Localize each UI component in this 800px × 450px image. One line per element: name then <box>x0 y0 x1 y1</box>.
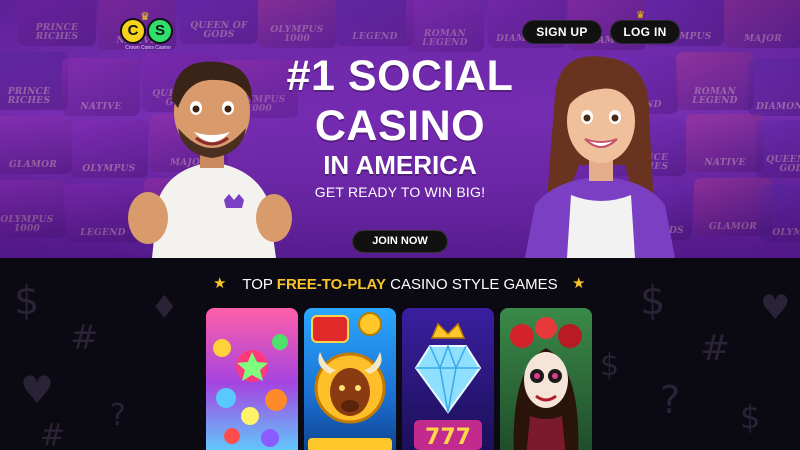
join-now-button[interactable]: JOIN NOW <box>352 230 448 253</box>
pattern-glyph: $ <box>640 278 666 324</box>
game-card-sugar-skull[interactable] <box>500 308 592 450</box>
game-card-candy[interactable] <box>206 308 298 450</box>
logo-coin-c: C <box>120 18 146 44</box>
login-button[interactable]: LOG IN <box>610 20 680 44</box>
hero-headline-line1: #1 SOCIAL <box>286 52 514 100</box>
title-prefix: TOP <box>242 276 273 293</box>
games-section-title: TOP FREE-TO-PLAY CASINO STYLE GAMES <box>200 276 600 293</box>
pattern-glyph: ♥ <box>20 368 55 412</box>
pattern-glyph: $ <box>600 348 620 383</box>
pattern-glyph: ? <box>660 378 681 422</box>
signup-button[interactable]: SIGN UP <box>522 20 602 44</box>
pattern-glyph: ♥ <box>760 288 791 328</box>
pattern-glyph: # <box>70 318 99 358</box>
pattern-glyph: $ <box>14 278 40 324</box>
game-card-diamond[interactable]: 777 <box>402 308 494 450</box>
buffalo-icon <box>304 308 396 450</box>
hero-headline-line2: CASINO <box>314 102 486 150</box>
star-icon: ★ <box>572 275 586 292</box>
hero-subline: GET READY TO WIN BIG! <box>314 184 486 200</box>
pattern-glyph: # <box>700 328 731 369</box>
candy-icon <box>206 308 298 450</box>
site-logo[interactable]: ♛ C S Crown Coins Casino <box>118 10 176 54</box>
game-card-buffalo[interactable] <box>304 308 396 450</box>
title-suffix: CASINO STYLE GAMES <box>390 276 558 293</box>
pattern-glyph: # <box>40 418 66 450</box>
svg-text:777: 777 <box>425 425 471 450</box>
pattern-glyph: $ <box>740 398 761 436</box>
logo-tagline: Crown Coins Casino <box>125 45 171 51</box>
title-highlight: FREE-TO-PLAY <box>276 276 386 293</box>
skull-icon <box>500 308 592 450</box>
hero-headline-line3: IN AMERICA <box>323 150 477 180</box>
pattern-glyph: ? <box>110 398 126 433</box>
logo-coin-s: S <box>147 18 173 44</box>
diamond-icon: 777 <box>402 308 494 450</box>
games-section: $ # ♥? ♦ $ # ♥? $ $ # ★ TOP FREE-TO-PLAY CASINO S… <box>0 258 800 450</box>
hero-banner: PRINCE RICHESNATIVEQUEEN OF GODSOLYMPUS … <box>0 0 800 258</box>
pattern-glyph: ♦ <box>150 288 179 326</box>
